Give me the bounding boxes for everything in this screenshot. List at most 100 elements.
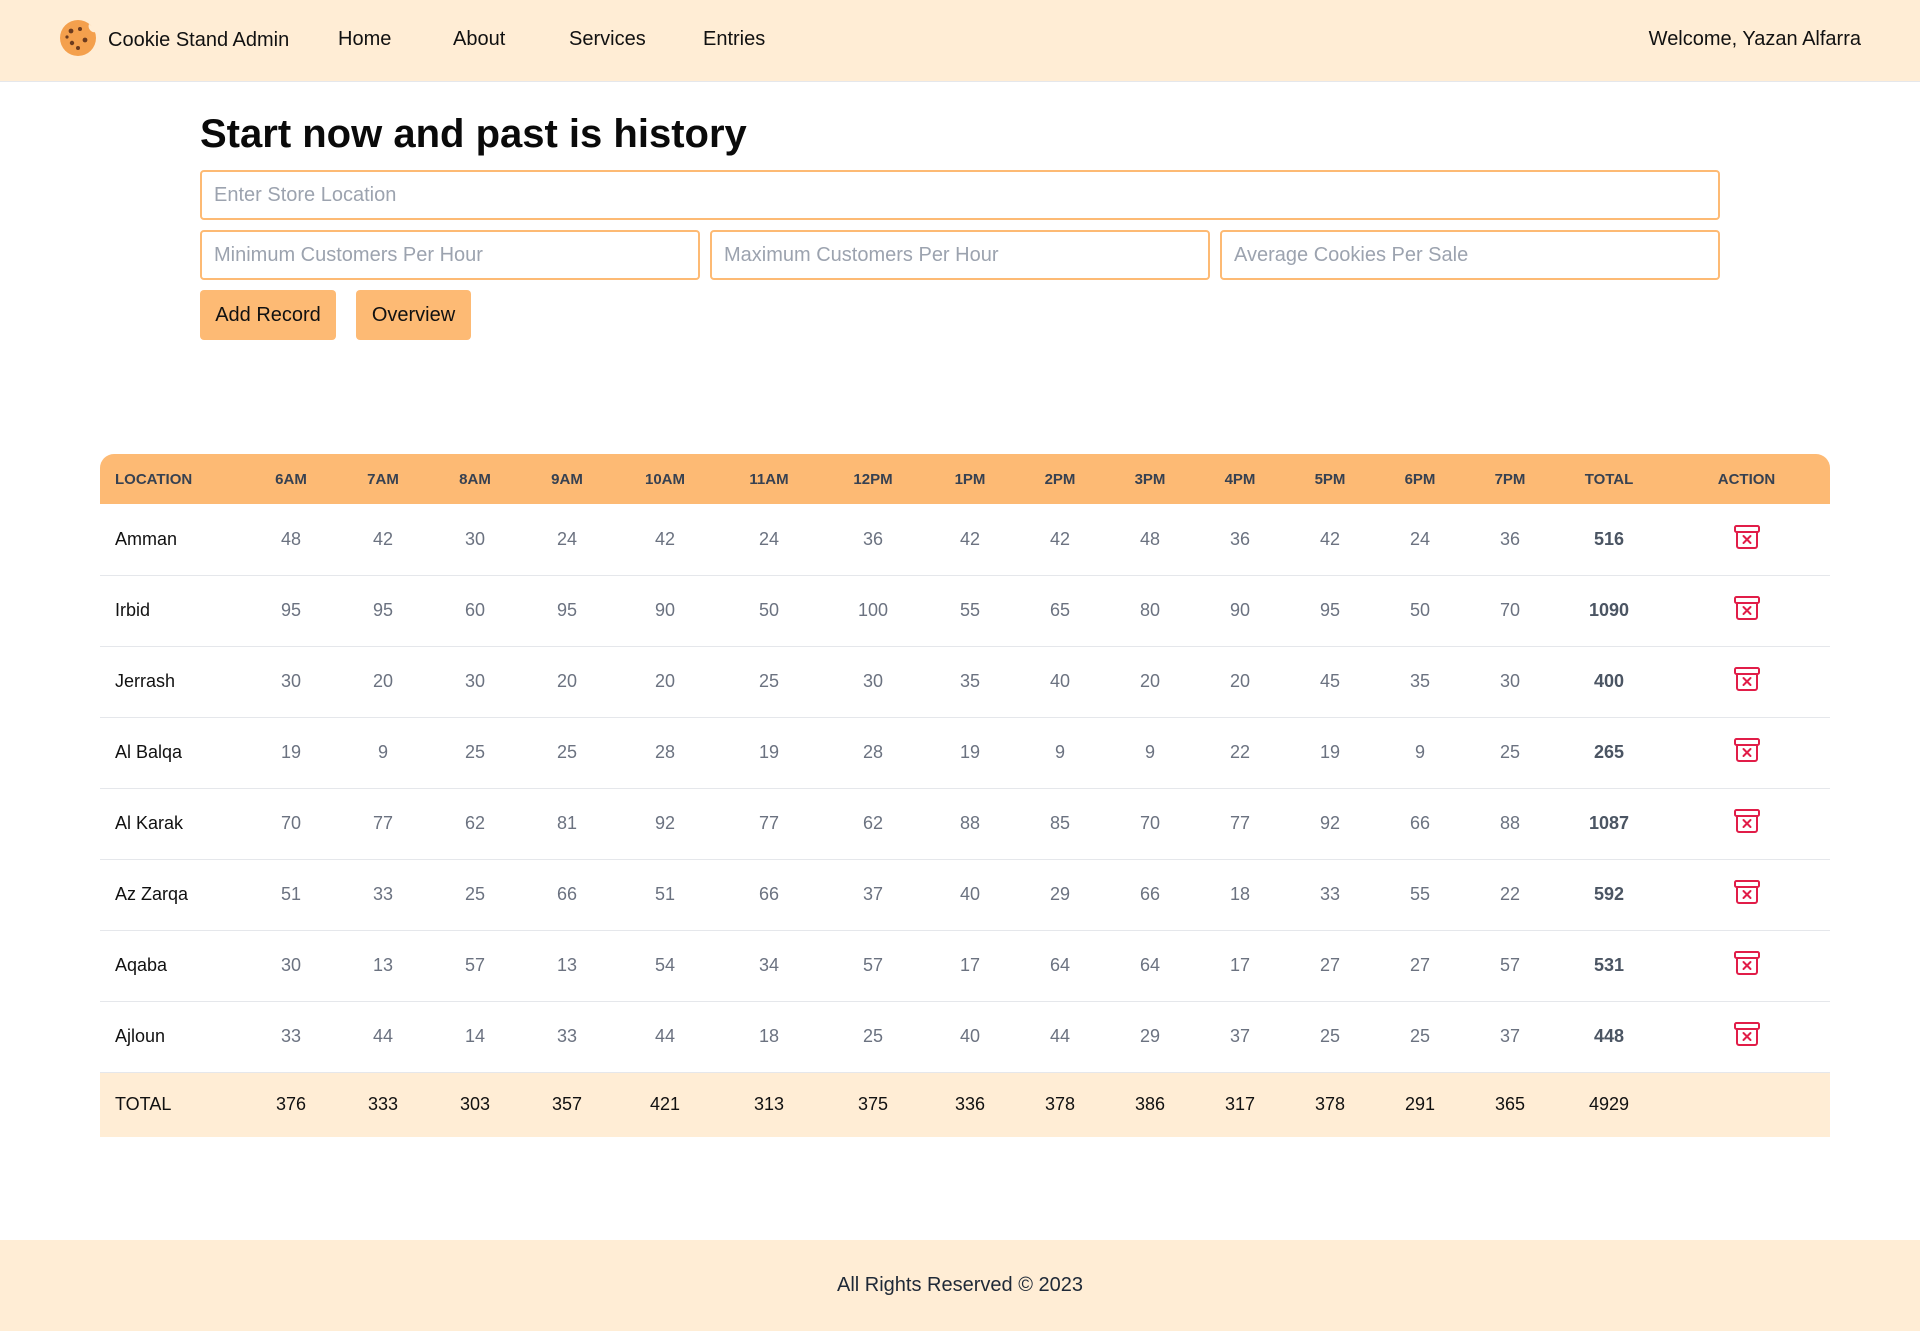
hour-total-cell: 336 bbox=[954, 1094, 986, 1115]
hour-cell: 24 bbox=[758, 528, 780, 549]
brand-title: Cookie Stand Admin bbox=[108, 28, 290, 51]
trash-x-icon[interactable] bbox=[1733, 950, 1761, 981]
trash-x-icon[interactable] bbox=[1733, 666, 1761, 697]
column-header-5pm: 5PM bbox=[1314, 470, 1346, 488]
overview-button[interactable]: Overview bbox=[356, 290, 471, 340]
row-total-cell: 516 bbox=[1593, 528, 1625, 549]
hour-cell: 20 bbox=[556, 671, 578, 691]
table-row: Az Zarqa 51 33 25 66 51 66 37 40 29 66 18 33 55 22 592 bbox=[100, 859, 1830, 930]
hour-cell: 9 bbox=[1054, 742, 1065, 762]
hour-cell: 66 bbox=[758, 884, 780, 904]
hour-cell: 88 bbox=[959, 813, 981, 833]
hour-cell: 33 bbox=[280, 1026, 302, 1046]
hour-cell: 44 bbox=[654, 1026, 676, 1046]
nav-services[interactable]: Services bbox=[569, 28, 646, 51]
hour-cell: 36 bbox=[862, 528, 884, 549]
hour-cell: 48 bbox=[280, 528, 302, 549]
hour-cell: 100 bbox=[857, 600, 889, 620]
action-cell bbox=[1663, 504, 1830, 575]
hour-cell: 77 bbox=[1229, 813, 1251, 833]
hour-cell: 66 bbox=[556, 884, 578, 904]
avg-cookies-input[interactable] bbox=[1220, 230, 1720, 280]
hour-cell: 18 bbox=[758, 1026, 780, 1046]
hour-cell: 37 bbox=[862, 884, 884, 904]
hour-total-cell: 365 bbox=[1494, 1094, 1526, 1115]
hour-cell: 27 bbox=[1409, 955, 1431, 975]
hour-cell: 60 bbox=[464, 600, 486, 620]
hour-cell: 90 bbox=[654, 600, 676, 620]
nav-about[interactable]: About bbox=[453, 28, 505, 51]
location-cell: Az Zarqa bbox=[115, 884, 189, 904]
nav-entries[interactable]: Entries bbox=[703, 28, 765, 51]
trash-x-icon[interactable] bbox=[1733, 524, 1761, 555]
page-title: Start now and past is history bbox=[200, 112, 747, 156]
trash-x-icon[interactable] bbox=[1733, 879, 1761, 910]
hour-cell: 33 bbox=[556, 1026, 578, 1046]
hour-cell: 14 bbox=[464, 1026, 486, 1046]
column-header-7am: 7AM bbox=[367, 470, 399, 488]
hour-cell: 95 bbox=[280, 600, 302, 620]
min-customers-input[interactable] bbox=[200, 230, 700, 280]
trash-x-icon[interactable] bbox=[1733, 737, 1761, 768]
hour-cell: 44 bbox=[1049, 1026, 1071, 1046]
location-cell: Ajloun bbox=[115, 1026, 166, 1046]
hour-cell: 22 bbox=[1499, 884, 1521, 904]
row-total-cell: 1087 bbox=[1588, 813, 1630, 833]
row-total-cell: 448 bbox=[1593, 1026, 1625, 1046]
max-customers-input[interactable] bbox=[710, 230, 1210, 280]
hour-cell: 19 bbox=[280, 742, 302, 762]
column-header-location: LOCATION bbox=[115, 470, 193, 488]
hour-cell: 40 bbox=[959, 1026, 981, 1046]
totals-label: TOTAL bbox=[115, 1094, 172, 1115]
column-header-6am: 6AM bbox=[275, 470, 307, 488]
hour-cell: 30 bbox=[862, 671, 884, 691]
store-location-input[interactable] bbox=[200, 170, 1720, 220]
hour-cell: 9 bbox=[1144, 742, 1155, 762]
brand[interactable]: Cookie Stand Admin bbox=[58, 19, 290, 60]
hour-cell: 92 bbox=[654, 813, 676, 833]
hour-cell: 51 bbox=[654, 884, 676, 904]
totals-action-empty bbox=[1663, 1072, 1830, 1137]
hour-cell: 55 bbox=[1409, 884, 1431, 904]
row-total-cell: 531 bbox=[1593, 955, 1625, 975]
grand-total-cell: 4929 bbox=[1588, 1094, 1630, 1115]
action-cell bbox=[1663, 717, 1830, 788]
hour-cell: 25 bbox=[1409, 1026, 1431, 1046]
table-row: Aqaba 30 13 57 13 54 34 57 17 64 64 17 27 27 57 531 bbox=[100, 930, 1830, 1001]
hour-total-cell: 303 bbox=[459, 1094, 491, 1115]
hour-cell: 37 bbox=[1229, 1026, 1251, 1046]
hour-cell: 13 bbox=[372, 955, 394, 975]
hour-cell: 80 bbox=[1139, 600, 1161, 620]
hour-total-cell: 378 bbox=[1314, 1094, 1346, 1115]
table-row: Al Balqa 19 9 25 25 28 19 28 19 9 9 22 19 9 25 265 bbox=[100, 717, 1830, 788]
trash-x-icon[interactable] bbox=[1733, 808, 1761, 839]
add-record-button[interactable]: Add Record bbox=[200, 290, 336, 340]
hour-cell: 28 bbox=[654, 742, 676, 762]
column-header-3pm: 3PM bbox=[1134, 470, 1166, 488]
action-cell bbox=[1663, 575, 1830, 646]
hour-cell: 42 bbox=[654, 528, 676, 549]
hour-cell: 65 bbox=[1049, 600, 1071, 620]
table-header-row: LOCATION 6AM 7AM 8AM 9AM 10AM 11AM 12PM 1PM 2PM 3P… bbox=[100, 454, 1830, 504]
hour-cell: 33 bbox=[1319, 884, 1341, 904]
sales-table-container: LOCATION 6AM 7AM 8AM 9AM 10AM 11AM 12PM 1PM 2PM 3P… bbox=[100, 454, 1830, 1137]
trash-x-icon[interactable] bbox=[1733, 595, 1761, 626]
hour-total-cell: 357 bbox=[551, 1094, 583, 1115]
column-header-6pm: 6PM bbox=[1404, 470, 1436, 488]
column-header-7pm: 7PM bbox=[1494, 470, 1526, 488]
trash-x-icon[interactable] bbox=[1733, 1021, 1761, 1052]
row-total-cell: 1090 bbox=[1588, 600, 1630, 620]
nav-home[interactable]: Home bbox=[338, 28, 391, 51]
column-header-10am: 10AM bbox=[644, 470, 685, 488]
action-cell bbox=[1663, 859, 1830, 930]
hour-cell: 33 bbox=[372, 884, 394, 904]
hour-cell: 20 bbox=[1139, 671, 1161, 691]
hour-cell: 44 bbox=[372, 1026, 394, 1046]
column-header-1pm: 1PM bbox=[954, 470, 986, 488]
hour-cell: 25 bbox=[556, 742, 578, 762]
row-total-cell: 592 bbox=[1593, 884, 1625, 904]
hour-cell: 81 bbox=[556, 813, 578, 833]
hour-total-cell: 378 bbox=[1044, 1094, 1076, 1115]
hour-cell: 30 bbox=[464, 528, 486, 549]
hour-cell: 64 bbox=[1049, 955, 1071, 975]
